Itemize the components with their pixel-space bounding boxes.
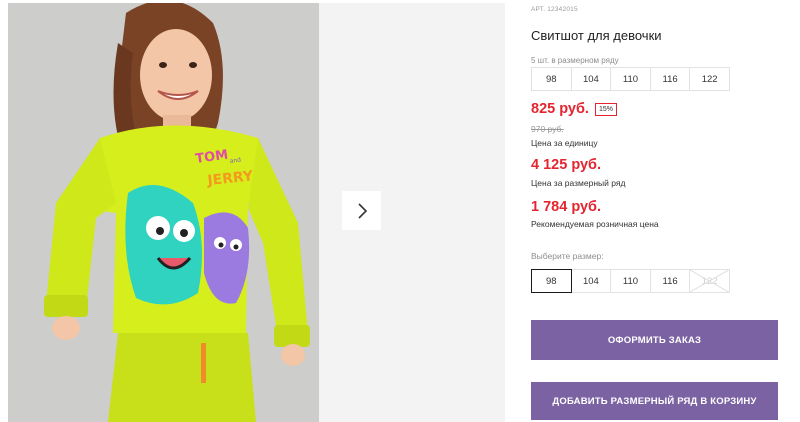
add-pack-to-cart-button[interactable]: ДОБАВИТЬ РАЗМЕРНЫЙ РЯД В КОРЗИНУ [531,382,778,420]
unit-price-caption: Цена за единицу [531,138,598,148]
pack-size-cell: 116 [649,67,691,91]
product-photo: TOM and JERRY [8,3,319,422]
old-price: 970 руб. [531,124,564,134]
product-gallery: TOM and JERRY [0,0,505,422]
retail-price-caption: Рекомендуемая розничная цена [531,219,659,229]
product-title: Свитшот для девочки [531,28,662,43]
unavailable-cross-icon [690,270,729,292]
pack-size-cell: 122 [689,67,730,91]
place-order-button[interactable]: ОФОРМИТЬ ЗАКАЗ [531,320,778,360]
pack-price: 4 125 руб. [531,157,602,173]
girl-in-sweatshirt-image: TOM and JERRY [8,3,319,422]
size-picker: 98 104 110 116 122 [531,269,730,293]
pack-label: 5 шт. в размерном ряду [531,56,619,65]
size-option-110[interactable]: 110 [610,269,651,293]
size-option-122-unavailable: 122 [689,269,730,293]
retail-price: 1 784 руб. [531,199,602,215]
chevron-right-icon [357,202,367,219]
discount-badge: 15% [594,102,617,116]
gallery-next-button[interactable] [342,191,381,230]
size-option-104[interactable]: 104 [570,269,612,293]
size-option-98[interactable]: 98 [531,269,572,293]
choose-size-label: Выберите размер: [531,251,604,261]
product-sku: АРТ. 12342015 [531,6,578,13]
pack-size-cell: 98 [531,67,572,91]
size-option-116[interactable]: 116 [649,269,691,293]
pack-size-cell: 110 [610,67,651,91]
pack-size-cell: 104 [570,67,612,91]
unit-price: 825 руб. [531,101,589,117]
unit-price-row: 825 руб. 15% [531,101,617,117]
pack-sizes: 98 104 110 116 122 [531,67,730,91]
pack-price-caption: Цена за размерный ряд [531,178,626,188]
